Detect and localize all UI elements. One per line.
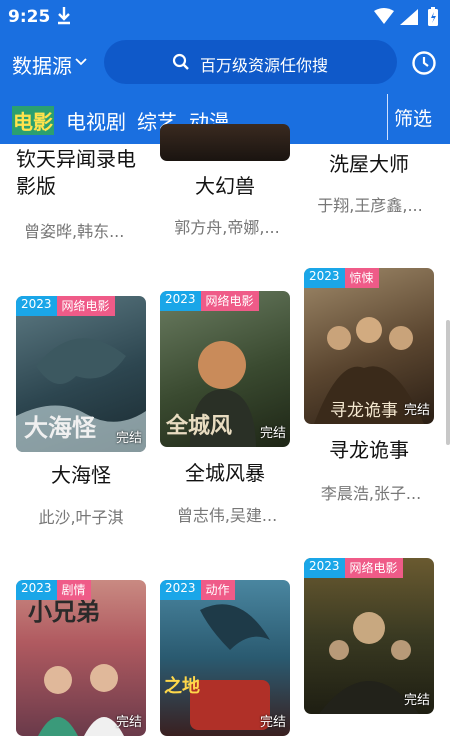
movie-poster[interactable]: 全城风 2023 网络电影 完结 bbox=[160, 291, 290, 447]
status-bar: 9:25 bbox=[0, 0, 450, 34]
tab-movie[interactable]: 电影 bbox=[12, 106, 54, 135]
signal-icon bbox=[400, 9, 418, 25]
movie-title: 寻龙诡事 bbox=[329, 438, 409, 462]
movie-card[interactable]: 2023 网络电影 完结 bbox=[304, 558, 434, 730]
movie-badge: 2023 动作 bbox=[160, 580, 235, 600]
status-tag: 完结 bbox=[115, 431, 142, 446]
movie-card[interactable]: 大幻兽 郭方舟,帝娜,... bbox=[160, 124, 290, 254]
search-placeholder: 百万级资源任你搜 bbox=[200, 56, 329, 75]
search-icon bbox=[172, 53, 189, 70]
movie-badge: 2023 网络电影 bbox=[304, 558, 403, 578]
history-clock-icon[interactable] bbox=[411, 50, 437, 76]
tab-tv-series[interactable]: 电视剧 bbox=[66, 106, 126, 135]
movie-poster[interactable]: 大海怪 2023 网络电影 完结 bbox=[16, 296, 146, 452]
movie-actors: 此沙,叶子淇 bbox=[38, 508, 124, 527]
status-icons bbox=[374, 7, 438, 26]
search-bar[interactable]: 百万级资源任你搜 bbox=[104, 40, 397, 84]
movie-card[interactable]: 大海怪 2023 网络电影 完结 大海怪 此沙,叶子淇 bbox=[16, 296, 146, 536]
movie-poster[interactable] bbox=[160, 124, 290, 161]
movie-card[interactable]: 钦天异闻录电影版 曾姿晔,韩东... bbox=[16, 144, 146, 254]
chevron-down-icon[interactable] bbox=[74, 56, 88, 68]
movie-card[interactable]: 之地 2023 动作 完结 bbox=[160, 580, 290, 736]
movie-poster[interactable]: 之地 2023 动作 完结 bbox=[160, 580, 290, 736]
status-tag: 完结 bbox=[259, 426, 286, 441]
movie-card[interactable]: 小兄弟 2023 剧情 完结 bbox=[16, 580, 146, 736]
movie-badge: 2023 剧情 bbox=[16, 580, 91, 600]
status-tag: 完结 bbox=[403, 693, 430, 708]
svg-text:大海怪: 大海怪 bbox=[24, 414, 97, 442]
data-source-selector[interactable]: 数据源 bbox=[12, 50, 72, 79]
svg-text:寻龙诡事: 寻龙诡事 bbox=[330, 401, 398, 421]
svg-text:小兄弟: 小兄弟 bbox=[28, 598, 100, 626]
movie-actors: 曾姿晔,韩东... bbox=[24, 222, 125, 241]
status-time: 9:25 bbox=[8, 7, 51, 27]
movie-actors: 于翔,王彦鑫,... bbox=[317, 196, 423, 215]
movie-title: 钦天异闻录电影版 bbox=[16, 147, 136, 198]
tab-divider bbox=[387, 94, 388, 140]
svg-text:全城风: 全城风 bbox=[165, 413, 232, 439]
status-tag: 完结 bbox=[259, 715, 286, 730]
movie-title: 全城风暴 bbox=[185, 461, 265, 485]
movie-title: 大海怪 bbox=[51, 463, 111, 487]
wifi-icon bbox=[374, 8, 394, 24]
movie-card[interactable]: 洗屋大师 于翔,王彦鑫,... bbox=[304, 144, 434, 254]
movie-card[interactable]: 寻龙诡事 2023 惊悚 完结 寻龙诡事 李晨浩,张子... bbox=[304, 268, 434, 508]
movie-badge: 2023 网络电影 bbox=[160, 291, 259, 311]
svg-text:之地: 之地 bbox=[164, 675, 200, 697]
scrollbar[interactable] bbox=[446, 320, 450, 445]
movie-badge: 2023 惊悚 bbox=[304, 268, 379, 288]
movie-title: 大幻兽 bbox=[195, 174, 255, 198]
movie-actors: 李晨浩,张子... bbox=[320, 484, 422, 503]
app-bar: 数据源 百万级资源任你搜 bbox=[0, 34, 450, 92]
movie-poster[interactable]: 小兄弟 2023 剧情 完结 bbox=[16, 580, 146, 736]
movie-actors: 曾志伟,吴建... bbox=[176, 506, 278, 525]
movie-poster[interactable]: 2023 网络电影 完结 bbox=[304, 558, 434, 714]
movie-actors: 郭方舟,帝娜,... bbox=[174, 218, 280, 237]
movie-card[interactable]: 全城风 2023 网络电影 完结 全城风暴 曾志伟,吴建... bbox=[160, 291, 290, 531]
filter-button[interactable]: 筛选 bbox=[394, 104, 432, 131]
status-tag: 完结 bbox=[115, 715, 142, 730]
download-icon bbox=[58, 7, 70, 25]
movie-poster[interactable]: 寻龙诡事 2023 惊悚 完结 bbox=[304, 268, 434, 424]
status-tag: 完结 bbox=[403, 403, 430, 418]
movie-title: 洗屋大师 bbox=[329, 152, 409, 176]
movie-badge: 2023 网络电影 bbox=[16, 296, 115, 316]
